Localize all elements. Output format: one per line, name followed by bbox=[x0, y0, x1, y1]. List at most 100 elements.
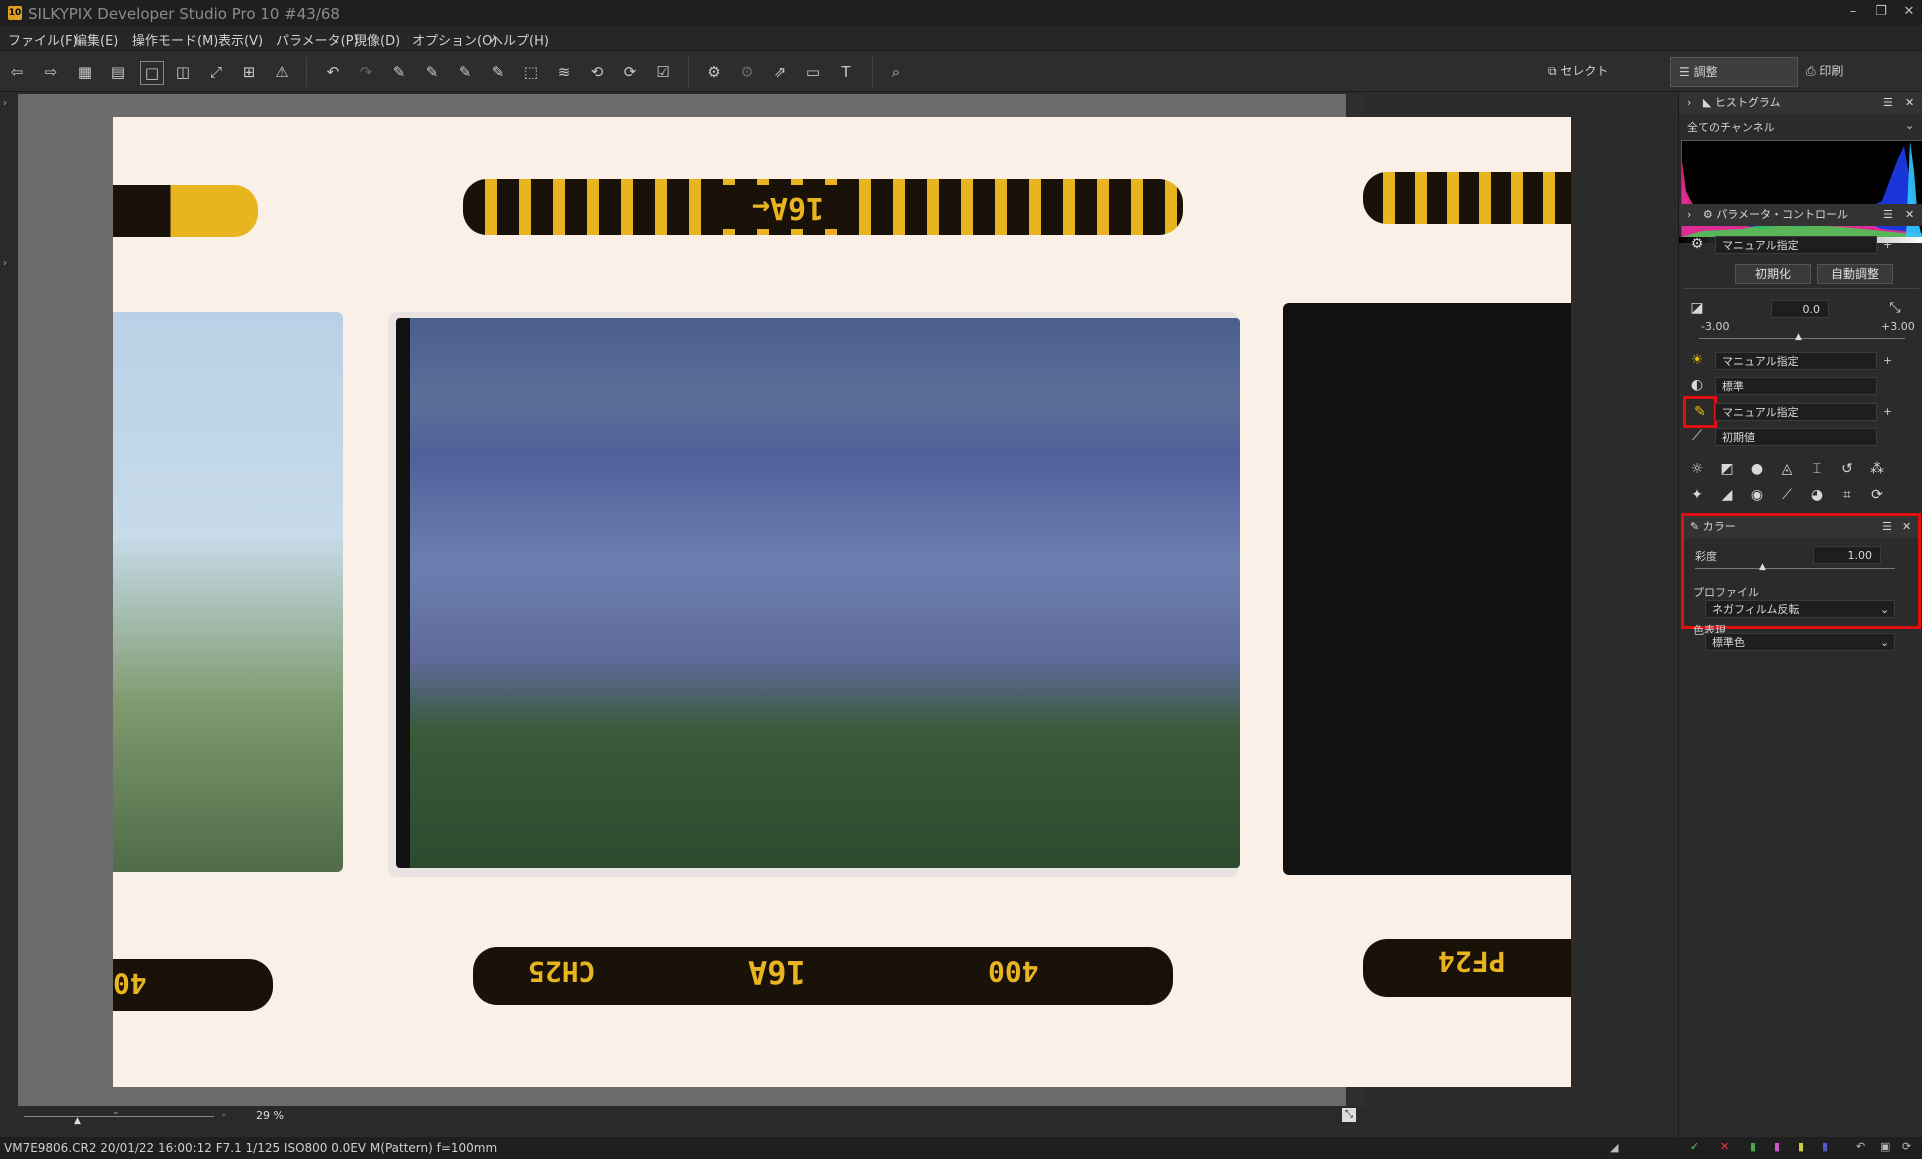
panel-menu-icon[interactable]: ☰ bbox=[1882, 516, 1892, 538]
grid-icon[interactable]: ⊞ bbox=[238, 61, 260, 83]
zoom-search-icon[interactable]: ⌕ bbox=[885, 61, 907, 83]
undo-icon[interactable]: ↶ bbox=[322, 61, 344, 83]
mode-select-button[interactable]: ⧉ セレクト bbox=[1540, 57, 1638, 85]
mode-adjust-button[interactable]: ☰ 調整 bbox=[1670, 57, 1798, 87]
init-button[interactable]: 初期化 bbox=[1735, 264, 1811, 284]
sharpness-select[interactable]: 初期値 bbox=[1715, 428, 1877, 446]
restore-icon[interactable]: ❐ bbox=[1868, 2, 1894, 22]
paste-param-icon[interactable]: ✎ bbox=[421, 61, 443, 83]
lock-icon[interactable]: ▣ bbox=[1880, 1140, 1890, 1153]
prism-tool-icon[interactable]: ◬ bbox=[1777, 459, 1797, 479]
reject-icon[interactable]: ✕ bbox=[1720, 1140, 1729, 1153]
wb-add-icon[interactable]: + bbox=[1883, 354, 1892, 367]
layer-tool-icon[interactable]: ◕ bbox=[1807, 485, 1827, 505]
panel-close-icon[interactable]: ✕ bbox=[1902, 516, 1911, 538]
color-label-yellow-icon[interactable]: ▮ bbox=[1798, 1140, 1804, 1153]
auto-adjust-button[interactable]: 自動調整 bbox=[1817, 264, 1893, 284]
menu-file[interactable]: ファイル(F) bbox=[8, 30, 78, 49]
color-preset-select[interactable]: マニュアル指定 bbox=[1715, 403, 1877, 421]
mode-print-button[interactable]: ⎙ 印刷 bbox=[1800, 57, 1886, 85]
thumbnail-view-icon[interactable]: ▦ bbox=[74, 61, 96, 83]
saturation-value-field[interactable]: 1.00 bbox=[1813, 546, 1881, 564]
batch-develop-icon[interactable]: ⚙ bbox=[736, 61, 758, 83]
tone-select[interactable]: 標準 bbox=[1715, 377, 1877, 395]
warning-icon[interactable]: ⚠ bbox=[271, 61, 293, 83]
color-label-green-icon[interactable]: ▮ bbox=[1750, 1140, 1756, 1153]
collapse-icon[interactable]: › bbox=[1687, 96, 1691, 109]
shield-tool-icon[interactable]: ⌶ bbox=[1807, 459, 1827, 479]
mark-icon[interactable]: ☑ bbox=[652, 61, 674, 83]
color-label-purple-icon[interactable]: ▮ bbox=[1774, 1140, 1780, 1153]
transform-tool-icon[interactable]: ⟳ bbox=[1867, 485, 1887, 505]
panel-menu-icon[interactable]: ☰ bbox=[1883, 92, 1893, 114]
curve-tool-icon[interactable]: ◩ bbox=[1717, 459, 1737, 479]
color-brush-icon[interactable]: ✎ bbox=[1690, 402, 1710, 422]
wb-tool-icon[interactable]: ☼ bbox=[1687, 459, 1707, 479]
display-icon[interactable]: ▭ bbox=[802, 61, 824, 83]
color-expression-select[interactable]: 標準色 ⌄ bbox=[1705, 633, 1895, 651]
compare-view-icon[interactable]: ◫ bbox=[172, 61, 194, 83]
refresh-icon[interactable]: ⟳ bbox=[1902, 1140, 1911, 1153]
exposure-value-field[interactable]: 0.0 bbox=[1771, 300, 1829, 318]
close-icon[interactable]: ✕ bbox=[1896, 2, 1922, 22]
saturation-slider-handle[interactable]: ▲ bbox=[1759, 562, 1766, 572]
rotate-right-icon[interactable]: ⟳ bbox=[619, 61, 641, 83]
white-balance-select[interactable]: マニュアル指定 bbox=[1715, 352, 1877, 370]
menu-operation-mode[interactable]: 操作モード(M) bbox=[132, 30, 218, 49]
menu-develop[interactable]: 現像(D) bbox=[354, 30, 400, 49]
color-panel-header[interactable]: ✎ カラー ☰ ✕ bbox=[1684, 516, 1918, 538]
zoom-value[interactable]: 29 % bbox=[256, 1109, 284, 1122]
zoom-dropdown-icon[interactable]: ⌄ bbox=[112, 1107, 120, 1117]
expand-left-icon[interactable]: › bbox=[3, 258, 7, 269]
undo-small-icon[interactable]: ↶ bbox=[1856, 1140, 1865, 1153]
menu-view[interactable]: 表示(V) bbox=[218, 30, 263, 49]
panel-menu-icon[interactable]: ☰ bbox=[1883, 204, 1893, 226]
preset-select[interactable]: マニュアル指定 bbox=[1715, 236, 1877, 254]
exposure-slider-track[interactable] bbox=[1699, 338, 1905, 339]
histogram-panel-header[interactable]: › ◣ ヒストグラム ☰ ✕ bbox=[1679, 92, 1922, 114]
panel-close-icon[interactable]: ✕ bbox=[1905, 204, 1914, 226]
menu-parameter[interactable]: パラメータ(P) bbox=[276, 30, 359, 49]
color-add-icon[interactable]: + bbox=[1883, 405, 1892, 418]
saturation-slider-track[interactable] bbox=[1695, 568, 1895, 569]
sphere-tool-icon[interactable]: ● bbox=[1747, 459, 1767, 479]
expand-left-icon[interactable]: › bbox=[3, 98, 7, 109]
next-image-icon[interactable]: ⇨ bbox=[40, 61, 62, 83]
brush-tool-icon[interactable]: ⟋ bbox=[1777, 485, 1797, 505]
panel-close-icon[interactable]: ✕ bbox=[1905, 92, 1914, 114]
menu-options[interactable]: オプション(O) bbox=[412, 30, 497, 49]
spread-tool-icon[interactable]: ⁂ bbox=[1867, 459, 1887, 479]
apply-param-icon[interactable]: ✎ bbox=[454, 61, 476, 83]
eye-tool-icon[interactable]: ◉ bbox=[1747, 485, 1767, 505]
fit-view-icon[interactable]: ⤡ bbox=[1342, 1108, 1356, 1122]
minimize-icon[interactable]: – bbox=[1840, 2, 1866, 22]
profile-select[interactable]: ネガフィルム反転 ⌄ bbox=[1705, 600, 1895, 618]
single-view-icon[interactable]: □ bbox=[140, 61, 164, 85]
rotate-left-icon[interactable]: ⟲ bbox=[586, 61, 608, 83]
filmstrip-view-icon[interactable]: ▤ bbox=[107, 61, 129, 83]
exposure-slider-handle[interactable]: ▲ bbox=[1795, 332, 1802, 342]
text-tool-icon[interactable]: T bbox=[835, 61, 857, 83]
preset-add-icon[interactable]: + bbox=[1883, 238, 1892, 251]
exposure-reset-icon[interactable]: ⤡ bbox=[1885, 298, 1905, 318]
crop-frame-icon[interactable]: ⬚ bbox=[520, 61, 542, 83]
copy-param-icon[interactable]: ✎ bbox=[388, 61, 410, 83]
redo-icon[interactable]: ↷ bbox=[355, 61, 377, 83]
param-control-header[interactable]: › ⚙ パラメータ・コントロール ☰ ✕ bbox=[1679, 204, 1922, 226]
zoom-step-icon[interactable]: ⌄ bbox=[220, 1109, 228, 1119]
prev-image-icon[interactable]: ⇦ bbox=[6, 61, 28, 83]
menu-edit[interactable]: 編集(E) bbox=[74, 30, 118, 49]
rotate-tool-icon[interactable]: ↺ bbox=[1837, 459, 1857, 479]
fullscreen-icon[interactable]: ⤢ bbox=[205, 61, 227, 83]
color-label-blue-icon[interactable]: ▮ bbox=[1822, 1140, 1828, 1153]
crop-tool-icon[interactable]: ⌗ bbox=[1837, 485, 1857, 505]
collapse-icon[interactable]: › bbox=[1687, 208, 1691, 221]
zoom-slider-handle[interactable]: ▲ bbox=[74, 1116, 81, 1126]
layers-icon[interactable]: ≋ bbox=[553, 61, 575, 83]
menu-help[interactable]: ヘルプ(H) bbox=[490, 30, 549, 49]
histogram-channel-select[interactable]: 全てのチャンネル ⌄ bbox=[1687, 119, 1915, 135]
check-icon[interactable]: ✓ bbox=[1690, 1140, 1699, 1153]
reset-param-icon[interactable]: ✎ bbox=[487, 61, 509, 83]
shadow-tool-icon[interactable]: ◢ bbox=[1717, 485, 1737, 505]
export-icon[interactable]: ⇗ bbox=[769, 61, 791, 83]
